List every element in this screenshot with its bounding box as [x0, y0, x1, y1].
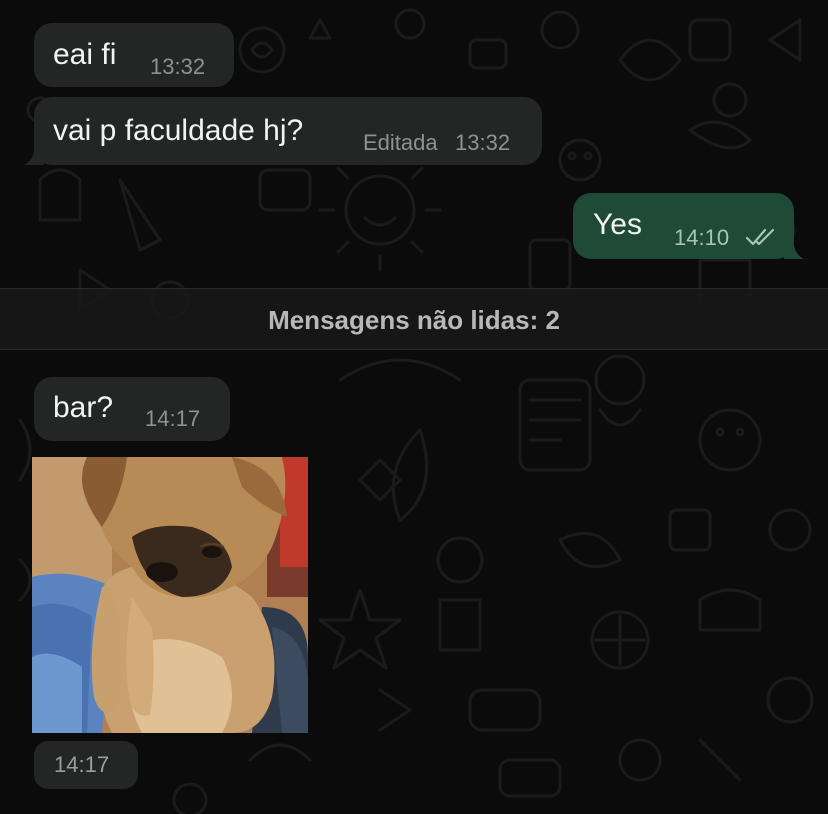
unread-messages-banner: Mensagens não lidas: 2 [0, 288, 828, 350]
double-check-icon [745, 228, 775, 246]
message-time: 14:17 [145, 406, 201, 431]
sticker-time-badge: 14:17 [34, 741, 138, 789]
message-time: 13:32 [150, 54, 206, 79]
incoming-message-bubble[interactable]: vai p faculdade hj? Editada 13:32 [34, 97, 542, 165]
incoming-message-bubble[interactable]: bar? 14:17 [34, 377, 230, 441]
message-time: 13:32 [455, 130, 511, 155]
edited-label: Editada [363, 130, 438, 155]
message-text: vai p faculdade hj? [53, 114, 304, 147]
message-text: bar? [53, 391, 114, 424]
message-time: 14:17 [54, 752, 110, 777]
outgoing-message-bubble[interactable]: Yes 14:10 [573, 193, 794, 259]
puppy-sticker[interactable] [32, 457, 308, 733]
incoming-message-bubble[interactable]: eai fi 13:32 [34, 23, 234, 87]
message-text: eai fi [53, 38, 117, 71]
message-text: Yes [593, 208, 642, 241]
puppy-sticker-image [32, 457, 308, 733]
unread-messages-label: Mensagens não lidas: 2 [268, 305, 560, 335]
message-time: 14:10 [674, 225, 730, 250]
chat-window: eai fi 13:32 vai p faculdade hj? Editada… [0, 0, 828, 814]
